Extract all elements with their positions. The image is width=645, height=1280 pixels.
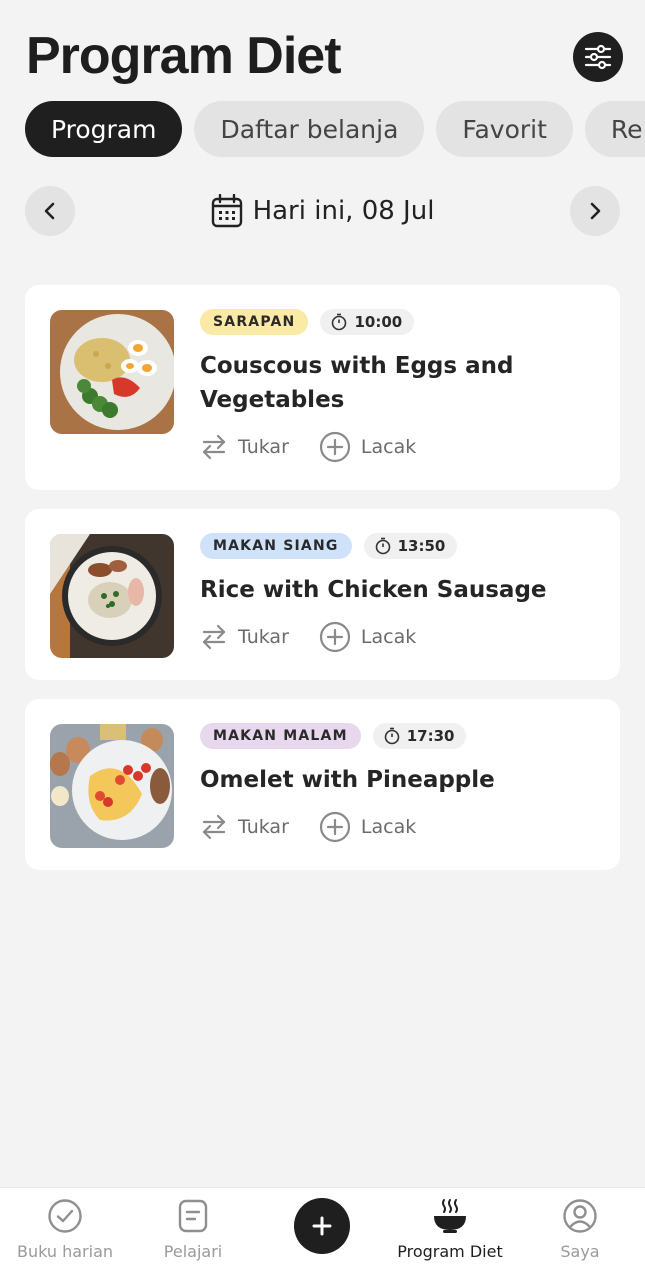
nav-label: Saya <box>560 1242 600 1261</box>
swap-meal-button[interactable]: Tukar <box>200 623 289 651</box>
tab-shopping-list[interactable]: Daftar belanja <box>194 101 425 157</box>
swap-arrows-icon <box>202 814 226 840</box>
swap-arrows-icon <box>202 624 226 650</box>
chevron-right-icon <box>590 202 601 220</box>
meal-type-badge: MAKAN MALAM <box>200 723 361 749</box>
page-title: Program Diet <box>26 27 342 85</box>
plus-circle-icon <box>319 811 350 843</box>
previous-day-button[interactable] <box>25 186 75 236</box>
plus-circle-icon <box>319 431 350 463</box>
meal-time-chip: 17:30 <box>372 723 467 749</box>
tab-program[interactable]: Program <box>25 101 183 157</box>
swap-label: Tukar <box>238 626 289 648</box>
track-meal-button[interactable]: Lacak <box>319 811 416 843</box>
track-label: Lacak <box>360 816 417 838</box>
date-navigator: Hari ini, 08 Jul <box>25 186 620 236</box>
meal-card-dinner[interactable]: MAKAN MALAM 17:30 Omelet with Pineapple <box>25 699 620 870</box>
swap-arrows-icon <box>202 434 226 460</box>
track-label: Lacak <box>360 436 417 458</box>
swap-meal-button[interactable]: Tukar <box>200 813 289 841</box>
meal-time-chip: 13:50 <box>363 533 458 559</box>
user-circle-icon <box>563 1199 597 1233</box>
stopwatch-icon <box>384 727 400 745</box>
plus-icon <box>312 1216 332 1236</box>
stopwatch-icon <box>375 537 390 555</box>
swap-label: Tukar <box>238 816 289 838</box>
calendar-icon <box>211 194 242 228</box>
bottom-navigation: Buku harian Pelajari Program Diet Saya <box>0 1187 645 1280</box>
meal-type-badge: SARAPAN <box>200 309 309 335</box>
meal-card-breakfast[interactable]: SARAPAN 10:00 Couscous with Eggs and Veg… <box>25 285 620 490</box>
check-circle-icon <box>48 1199 82 1233</box>
meal-photo <box>50 310 174 434</box>
meal-time-chip: 10:00 <box>320 309 415 335</box>
nav-item-diary[interactable]: Buku harian <box>0 1198 130 1261</box>
meal-list: SARAPAN 10:00 Couscous with Eggs and Veg… <box>25 285 620 889</box>
bowl-icon <box>434 1199 466 1233</box>
track-label: Lacak <box>360 626 417 648</box>
meal-time: 17:30 <box>406 727 455 745</box>
meal-title[interactable]: Omelet with Pineapple <box>200 763 600 797</box>
nav-label: Pelajari <box>163 1242 223 1261</box>
document-icon <box>178 1199 208 1233</box>
nav-item-diet-program[interactable]: Program Diet <box>385 1198 515 1261</box>
stopwatch-icon <box>332 313 347 331</box>
swap-label: Tukar <box>238 436 289 458</box>
add-entry-button[interactable] <box>294 1198 350 1254</box>
meal-time: 13:50 <box>397 537 446 555</box>
track-meal-button[interactable]: Lacak <box>319 621 416 653</box>
chevron-left-icon <box>44 202 55 220</box>
track-meal-button[interactable]: Lacak <box>319 431 416 463</box>
plus-circle-icon <box>319 621 350 653</box>
meal-title[interactable]: Rice with Chicken Sausage <box>200 573 600 607</box>
nav-label: Buku harian <box>16 1242 114 1261</box>
nav-item-profile[interactable]: Saya <box>515 1198 645 1261</box>
date-label: Hari ini, 08 Jul <box>252 196 435 226</box>
meal-time: 10:00 <box>354 313 403 331</box>
sliders-icon <box>584 44 612 70</box>
meal-title[interactable]: Couscous with Eggs and Vegetables <box>200 349 600 417</box>
filter-settings-button[interactable] <box>573 32 623 82</box>
meal-photo <box>50 534 174 658</box>
meal-type-badge: MAKAN SIANG <box>200 533 352 559</box>
swap-meal-button[interactable]: Tukar <box>200 433 289 461</box>
next-day-button[interactable] <box>570 186 620 236</box>
meal-card-lunch[interactable]: MAKAN SIANG 13:50 Rice with Chicken Saus… <box>25 509 620 680</box>
header: Program Diet <box>0 0 645 90</box>
program-tabs: Program Daftar belanja Favorit Re <box>25 101 645 157</box>
meal-photo <box>50 724 174 848</box>
nav-item-learn[interactable]: Pelajari <box>128 1198 258 1261</box>
tab-favorites[interactable]: Favorit <box>436 101 573 157</box>
date-display[interactable]: Hari ini, 08 Jul <box>25 186 620 236</box>
nav-label: Program Diet <box>397 1242 503 1261</box>
tab-recipes[interactable]: Re <box>584 101 645 157</box>
